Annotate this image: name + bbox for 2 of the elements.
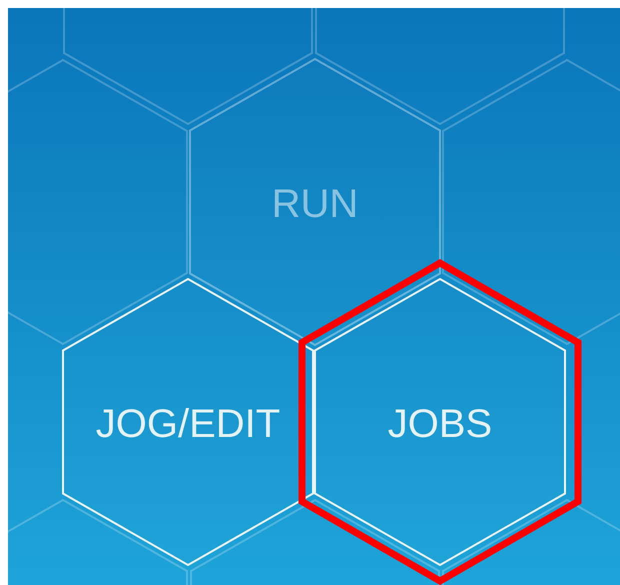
- jobs-button[interactable]: JOBS: [298, 258, 582, 585]
- jog-edit-button[interactable]: JOG/EDIT: [62, 278, 314, 566]
